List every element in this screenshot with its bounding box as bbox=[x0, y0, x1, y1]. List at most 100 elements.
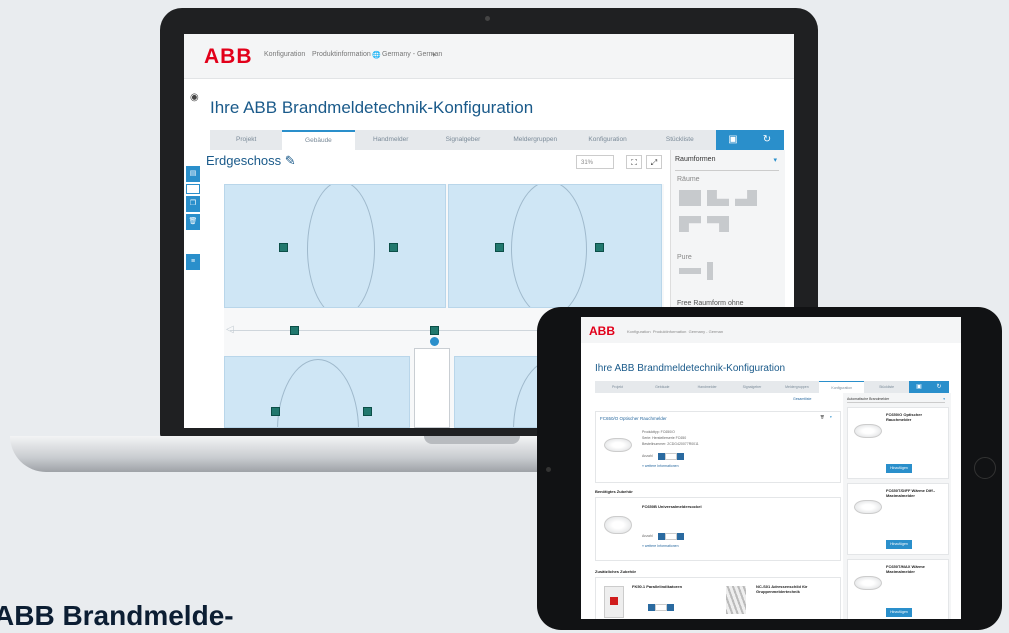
detector-icon[interactable] bbox=[271, 407, 280, 416]
quantity-stepper[interactable] bbox=[658, 453, 684, 460]
nav-konfiguration[interactable]: Konfiguration bbox=[627, 329, 651, 334]
floor-input[interactable] bbox=[186, 184, 200, 194]
tab-handmelder[interactable]: Handmelder bbox=[355, 130, 427, 150]
tab-bar: Projekt Gebäude Handmelder Signalgeber M… bbox=[210, 130, 784, 150]
arrow-left-icon[interactable]: ◁ bbox=[226, 324, 234, 335]
quantity-stepper[interactable] bbox=[648, 604, 674, 611]
user-icon[interactable]: ◉ bbox=[190, 92, 199, 103]
layers-icon[interactable]: ≡ bbox=[186, 254, 200, 270]
product-item: FC650T/DIFF Wärme Diff.-Maximalmelder Hi… bbox=[847, 483, 949, 555]
tab-signalgeber[interactable]: Signalgeber bbox=[427, 130, 499, 150]
stairwell[interactable] bbox=[414, 348, 450, 428]
tab-meldergruppen[interactable]: Meldergruppen bbox=[499, 130, 571, 150]
detector-icon[interactable] bbox=[430, 326, 439, 335]
home-button[interactable] bbox=[974, 457, 996, 479]
tab-meldergruppen[interactable]: Meldergruppen bbox=[774, 381, 819, 393]
coverage-area bbox=[511, 185, 587, 307]
save-icon[interactable]: ▣ bbox=[909, 381, 930, 393]
minus-button[interactable] bbox=[658, 453, 665, 460]
overview-link[interactable]: Gesamtliste bbox=[793, 397, 811, 401]
detector-icon[interactable] bbox=[290, 326, 299, 335]
quantity-value[interactable] bbox=[665, 453, 677, 460]
add-button[interactable]: Hinzufügen bbox=[886, 464, 912, 473]
language-select[interactable]: Germany - German bbox=[689, 329, 723, 334]
globe-icon: 🌐 bbox=[372, 52, 381, 59]
abb-logo[interactable]: ABB bbox=[204, 45, 253, 69]
minus-button[interactable] bbox=[658, 533, 665, 540]
quantity-stepper[interactable] bbox=[658, 533, 684, 540]
tab-projekt[interactable]: Projekt bbox=[210, 130, 282, 150]
tab-gebaeude[interactable]: Gebäude bbox=[640, 381, 685, 393]
trash-icon[interactable]: 🗑 bbox=[186, 214, 200, 230]
quantity-label: Anzahl bbox=[642, 454, 653, 458]
shape-corner-mirrored[interactable] bbox=[707, 216, 729, 232]
tab-konfiguration[interactable]: Konfiguration bbox=[819, 381, 865, 393]
detector-icon[interactable] bbox=[279, 243, 288, 252]
tab-gebaeude[interactable]: Gebäude bbox=[282, 130, 355, 150]
tab-projekt[interactable]: Projekt bbox=[595, 381, 640, 393]
chevron-down-icon: ▾ bbox=[943, 397, 945, 401]
room[interactable] bbox=[448, 184, 662, 308]
add-button[interactable]: Hinzufügen bbox=[886, 540, 912, 549]
tab-signalgeber[interactable]: Signalgeber bbox=[730, 381, 775, 393]
product-series: Serie: Herstellerserie FC650 bbox=[642, 436, 687, 440]
wall-horizontal[interactable] bbox=[679, 268, 701, 274]
handle-dot[interactable] bbox=[430, 337, 439, 346]
detector-icon[interactable] bbox=[363, 407, 372, 416]
detector-icon[interactable] bbox=[495, 243, 504, 252]
accessory3-title: NC-S01 Adressenschild für Gruppenmeldert… bbox=[756, 584, 808, 594]
tab-stueckliste[interactable]: Stückliste bbox=[644, 130, 716, 150]
more-info-link[interactable]: » weitere Informationen bbox=[642, 464, 679, 469]
quantity-value[interactable] bbox=[655, 604, 667, 611]
reset-icon[interactable]: ↻ bbox=[749, 130, 784, 150]
tablet-nav[interactable]: Konfiguration Produktinformation Germany… bbox=[627, 329, 723, 334]
nav-produktinformation[interactable]: Produktinformation bbox=[312, 51, 371, 58]
chevron-down-icon[interactable]: ▾ bbox=[830, 415, 832, 419]
more-info-link[interactable]: » weitere Informationen bbox=[642, 544, 679, 549]
shape-l[interactable] bbox=[707, 190, 729, 206]
zoom-select[interactable]: 31% bbox=[576, 155, 614, 169]
shape-type-select[interactable]: Raumformen ▾ bbox=[675, 156, 779, 171]
plus-button[interactable] bbox=[677, 453, 684, 460]
tab-konfiguration[interactable]: Konfiguration bbox=[571, 130, 643, 150]
abb-logo[interactable]: ABB bbox=[589, 324, 615, 338]
laptop-camera bbox=[485, 16, 490, 21]
nav-konfiguration[interactable]: Konfiguration bbox=[264, 51, 305, 58]
floor-name-text: Erdgeschoss bbox=[206, 153, 282, 168]
category-value: Automatische Brandmelder bbox=[847, 397, 890, 401]
detector-icon[interactable] bbox=[595, 243, 604, 252]
product-sidebar: Automatische Brandmelder ▾ FC650/O Optisc… bbox=[843, 393, 951, 619]
plus-button[interactable] bbox=[677, 533, 684, 540]
app-header: ABB Konfiguration Produktinformation 🌐 G… bbox=[184, 34, 794, 79]
tab-stueckliste[interactable]: Stückliste bbox=[864, 381, 909, 393]
category-select[interactable]: Automatische Brandmelder ▾ bbox=[847, 397, 945, 403]
room[interactable] bbox=[224, 356, 410, 428]
minus-button[interactable] bbox=[648, 604, 655, 611]
floor-name[interactable]: Erdgeschoss ✎ bbox=[206, 153, 296, 169]
tab-handmelder[interactable]: Handmelder bbox=[685, 381, 730, 393]
chevron-down-icon[interactable]: ▾ bbox=[432, 51, 436, 59]
copy-icon[interactable]: ❐ bbox=[186, 196, 200, 212]
page-icon[interactable]: ▤ bbox=[186, 166, 200, 182]
freeform-text: Free Raumform ohne bbox=[677, 300, 744, 307]
plus-button[interactable] bbox=[667, 604, 674, 611]
quantity-value[interactable] bbox=[665, 533, 677, 540]
shape-corner[interactable] bbox=[679, 216, 701, 232]
detector-icon[interactable] bbox=[389, 243, 398, 252]
add-button[interactable]: Hinzufügen bbox=[886, 608, 912, 617]
fullscreen-icon[interactable]: ⤢ bbox=[646, 155, 662, 169]
laptop-notch bbox=[424, 436, 520, 444]
fit-screen-icon[interactable]: ⛶ bbox=[626, 155, 642, 169]
save-icon[interactable]: ▣ bbox=[715, 130, 750, 150]
trash-icon[interactable]: 🗑 bbox=[820, 415, 824, 419]
nav-produktinformation[interactable]: Produktinformation bbox=[653, 329, 687, 334]
wall-vertical[interactable] bbox=[707, 262, 713, 280]
detector-card: FC650/O Optischer Rauchmelder 🗑 ▾ Produk… bbox=[595, 411, 841, 483]
room[interactable] bbox=[224, 184, 446, 308]
accessory-card: FC650B Universalmeldersockel Anzahl » we… bbox=[595, 497, 841, 561]
edit-icon[interactable]: ✎ bbox=[285, 153, 296, 168]
shape-l-mirrored[interactable] bbox=[735, 190, 757, 206]
reset-icon[interactable]: ↻ bbox=[929, 381, 950, 393]
shape-rect[interactable] bbox=[679, 190, 701, 206]
tab-bar: Projekt Gebäude Handmelder Signalgeber M… bbox=[595, 381, 950, 393]
